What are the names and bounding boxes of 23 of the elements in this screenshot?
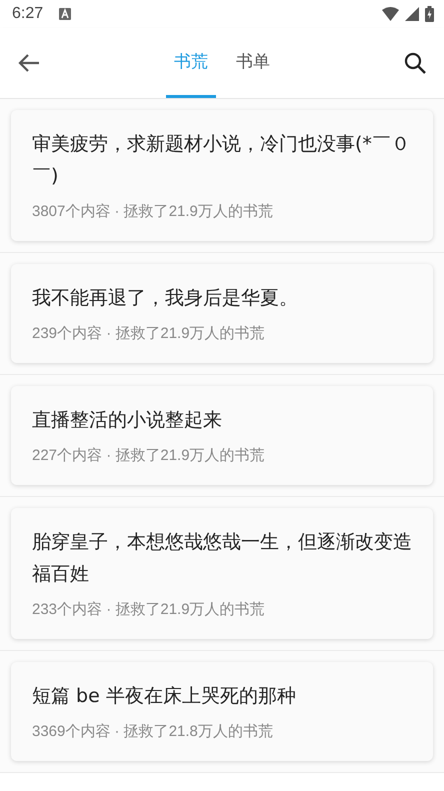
search-icon [404,52,426,74]
card-title: 短篇 be 半夜在床上哭死的那种 [32,684,297,709]
booklist-card[interactable]: 直播整活的小说整起来 227个内容 · 拯救了21.9万人的书荒 [11,386,433,485]
card-stats: 3369个内容 · 拯救了21.8万人的书荒 [32,722,274,741]
status-time: 6:27 [12,5,44,23]
battery-icon [425,6,434,22]
booklist-card[interactable]: 我不能再退了，我身后是华夏。 239个内容 · 拯救了21.9万人的书荒 [11,264,433,363]
signal-icon [405,7,419,21]
booklist-card[interactable]: 胎穿皇子，本想悠哉悠哉一生，但逐渐改变造福百姓 233个内容 · 拯救了21.9万人的书荒 [11,508,433,639]
wifi-icon [382,7,399,21]
tab[interactable]: 书单 [228,28,278,98]
back-arrow-icon [18,53,40,73]
card-title: 直播整活的小说整起来 [32,408,223,433]
card-title: 胎穿皇子，本想悠哉悠哉一生，但逐渐改变造福百姓 [32,530,413,587]
notification-icon [59,8,72,20]
card-stats: 239个内容 · 拯救了21.9万人的书荒 [32,324,266,343]
card-title: 我不能再退了，我身后是华夏。 [32,286,299,311]
booklist-card[interactable]: 短篇 be 半夜在床上哭死的那种 3369个内容 · 拯救了21.8万人的书荒 [11,662,433,761]
card-stats: 227个内容 · 拯救了21.9万人的书荒 [32,446,266,465]
card-stats: 233个内容 · 拯救了21.9万人的书荒 [32,600,266,619]
card-stats: 3807个内容 · 拯救了21.9万人的书荒 [32,202,274,221]
card-title: 审美疲劳，求新题材小说，冷门也没事(*￣０￣) [32,132,411,189]
booklist-card[interactable]: 审美疲劳，求新题材小说，冷门也没事(*￣０￣) 3807个内容 · 拯救了21.9万人的书荒 [11,110,433,241]
